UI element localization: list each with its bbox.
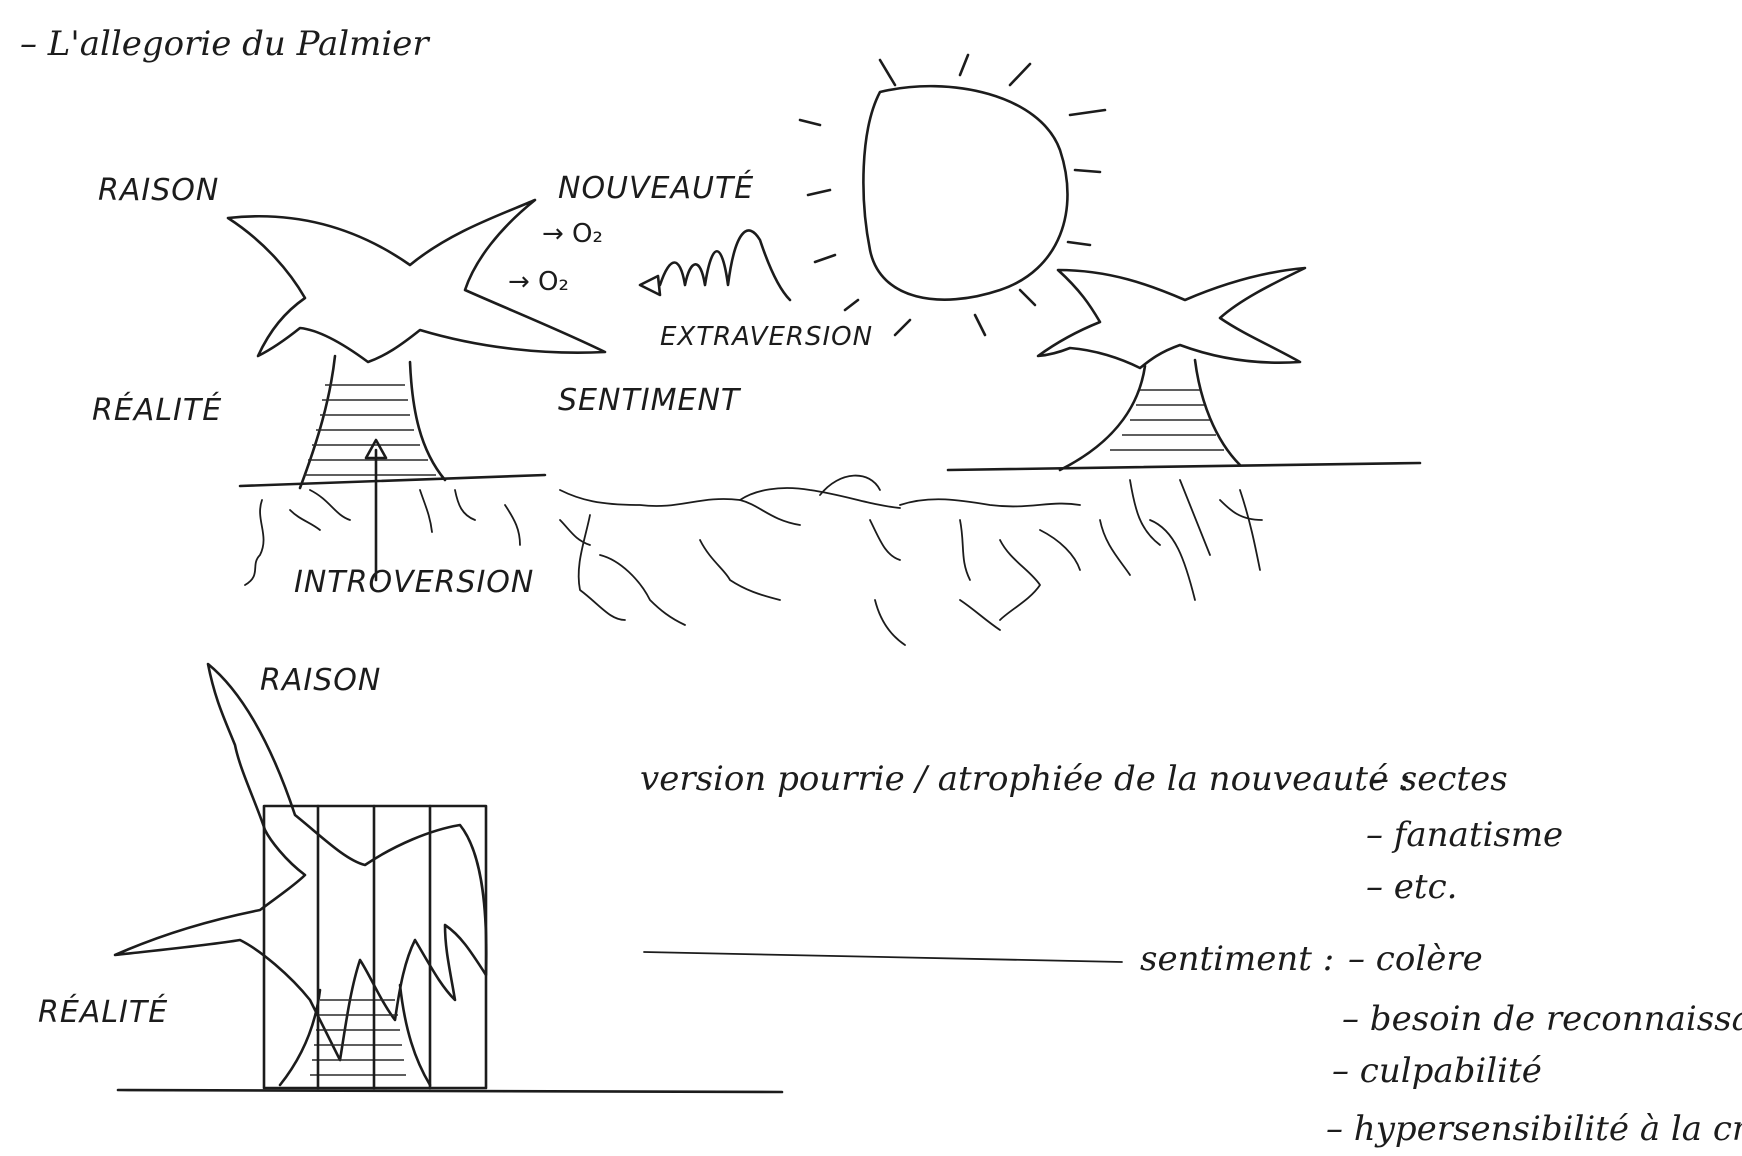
note-sentiment-line: sentiment : xyxy=(1140,939,1334,979)
introversion-arrow xyxy=(364,438,388,582)
ground-line-left xyxy=(238,473,547,488)
label-introversion: INTROVERSION xyxy=(294,565,534,600)
note-sentiment-item-2: – besoin de reconnaissance xyxy=(1342,999,1742,1039)
note-sentiment-item-1: – colère xyxy=(1348,939,1483,979)
label-o2-a: → O₂ xyxy=(542,219,603,249)
palm-trunk-left xyxy=(298,354,447,490)
ground-line-right xyxy=(946,461,1422,472)
extraversion-wave xyxy=(638,229,792,302)
label-realite-bottom: RÉALITÉ xyxy=(38,994,168,1030)
cage xyxy=(262,804,488,1090)
label-realite-top: RÉALITÉ xyxy=(92,392,222,428)
note-sentiment-item-4: – hypersensibilité à la critique xyxy=(1326,1109,1742,1149)
palm-tree-left xyxy=(226,198,607,582)
palm-tree-caged xyxy=(113,662,488,1090)
label-o2-b: → O₂ xyxy=(508,267,569,297)
note-sentiment-dash xyxy=(643,951,1123,963)
ground-line-bottom xyxy=(116,1088,784,1094)
label-raison-bottom: RAISON xyxy=(260,663,381,698)
label-nouveaute: NOUVEAUTÉ xyxy=(558,170,754,206)
note-sentiment-item-3: – culpabilité xyxy=(1332,1051,1542,1091)
roots-network xyxy=(244,474,1263,646)
label-sentiment: SENTIMENT xyxy=(558,383,742,418)
palm-allegory-sketch: – L'allegorie du Palmier RAISON RÉALITÉ … xyxy=(20,24,1742,1149)
page-title: – L'allegorie du Palmier xyxy=(20,24,430,64)
note-nouveaute-item-2: – fanatisme xyxy=(1366,815,1563,855)
palm-tree-right xyxy=(1036,266,1307,472)
note-nouveaute-item-3: – etc. xyxy=(1366,867,1457,907)
note-nouveaute-line: version pourrie / atrophiée de la nouvea… xyxy=(640,759,1410,799)
sun xyxy=(798,53,1107,337)
label-extraversion: EXTRAVERSION xyxy=(660,322,873,352)
label-raison-top: RAISON xyxy=(98,173,219,208)
note-nouveaute-item-1: – sectes xyxy=(1372,759,1508,799)
